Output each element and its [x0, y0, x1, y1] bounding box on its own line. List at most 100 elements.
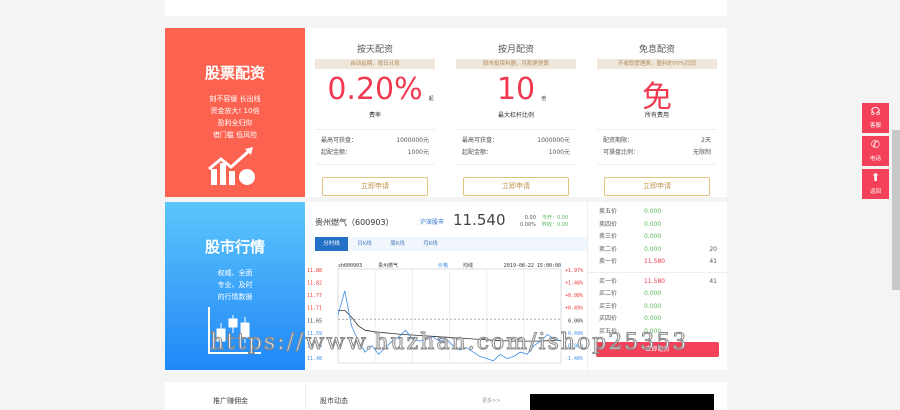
row-label: 可操盘比例：: [603, 149, 640, 156]
level-price: 11.580: [644, 277, 665, 285]
side-button-phone[interactable]: ✆ 电话: [862, 136, 889, 166]
level-label: 买三价: [599, 302, 618, 310]
stock-financing-section: 股票配资 刻不容缓 长出线 资金放大! 10倍 盈利全归你 借门槛 低风险 按天…: [165, 28, 727, 197]
price-change: 0.00: [524, 215, 536, 221]
intraday-chart: 11.88 +1.97% 11.82 +1.48% 11.77 +0.98% 11.71 +0…: [307, 262, 583, 364]
plan-tag: 股市投资利器，月配更划算: [456, 59, 576, 69]
y-tick-label: 11.88: [307, 268, 322, 274]
plan-card: 按月配资 股市投资利器，月配更划算 10 倍 最大杠杆比例 最高可获盘： 10000…: [446, 28, 586, 197]
apply-button[interactable]: 立即申请: [604, 177, 710, 196]
order-book-row: 买一价 11.580 41: [588, 271, 727, 289]
level-price: 0.000: [644, 208, 662, 215]
order-book-row: 卖五价 0.000: [588, 206, 727, 219]
stock-name: 贵州燃气（600903）: [315, 218, 394, 227]
plan-row: 最高可获盘： 1000000元: [462, 135, 570, 147]
financing-line: 盈利全归你: [217, 119, 253, 127]
financing-banner: 股票配资 刻不容缓 长出线 资金放大! 10倍 盈利全归你 借门槛 低风险: [165, 28, 305, 197]
level-volume: [689, 313, 717, 326]
arrow-up-icon: ⬆: [870, 171, 881, 184]
level-volume: [689, 301, 717, 314]
plan-label: 费率: [368, 112, 381, 119]
level-label: 卖一价: [599, 258, 618, 265]
order-book-row: 买三价 0.000: [588, 301, 727, 314]
side-label: 电话: [869, 156, 881, 162]
plan-title: 按天配资: [356, 45, 393, 55]
market-line: 专业、及时: [217, 281, 253, 289]
row-value: 1000000元: [396, 137, 429, 144]
bottom-section: 推广赚佣金 股市动态 更多>>: [165, 382, 727, 410]
financing-line: 刻不容缓 长出线: [209, 95, 261, 103]
order-book-row: 买四价 0.000: [588, 313, 727, 326]
tab-intraday[interactable]: 分时线: [315, 237, 348, 251]
level-volume: 41: [709, 277, 717, 285]
pct-tick-label: +0.49%: [565, 306, 583, 312]
more-link[interactable]: 更多>>: [482, 397, 500, 404]
market-title: 股市行情: [204, 238, 265, 256]
level-volume: [689, 288, 717, 301]
open-price: 今开：0.00: [542, 215, 569, 221]
plan-label: 最大杠杆比例: [497, 112, 534, 119]
plan-value: 免: [642, 80, 672, 115]
side-label: 客服: [869, 123, 881, 129]
level-label: 卖三价: [599, 233, 618, 240]
plan-row: 可操盘比例： 无限制: [603, 147, 711, 159]
pct-tick-label: -1.48%: [565, 356, 583, 362]
level-label: 买五价: [599, 327, 618, 335]
pct-tick-label: -0.98%: [565, 343, 583, 349]
apply-button[interactable]: 立即申请: [463, 177, 569, 196]
headset-icon: ☊: [870, 105, 881, 118]
market-tag[interactable]: 沪深股市: [420, 217, 444, 226]
tab-weekly-k[interactable]: 周K线: [381, 237, 414, 251]
chart-code: sh600903: [338, 263, 362, 269]
pct-tick-label: +1.48%: [565, 281, 583, 287]
video-player[interactable]: [530, 394, 714, 410]
row-value: 1000元: [407, 149, 429, 156]
level-price: 11.580: [644, 258, 665, 265]
commission-title[interactable]: 推广赚佣金: [213, 396, 248, 406]
y-tick-label: 11.59: [307, 331, 322, 337]
row-value: 1000000元: [537, 137, 570, 144]
plan-tag: 不收取管理费，盈利的70%归您: [597, 59, 717, 69]
y-tick-label: 11.54: [307, 343, 322, 349]
level-price: 0.000: [644, 315, 662, 322]
order-book-row: 卖三价 0.000: [588, 231, 727, 244]
level-price: 0.000: [644, 245, 662, 253]
quote-apply-button[interactable]: 立即配资: [596, 342, 719, 357]
order-book-row: 买五价 0.000: [588, 326, 727, 339]
plan-unit: 倍: [541, 96, 547, 102]
stock-price: 11.540: [453, 211, 506, 229]
level-volume: [689, 219, 717, 232]
plan-row: 起配金额： 1000元: [321, 147, 429, 159]
level-price: 0.000: [644, 290, 662, 297]
market-line: 的行情数据: [217, 293, 253, 301]
news-title: 股市动态: [320, 397, 348, 405]
stock-chart-panel: 贵州燃气（600903） 沪深股市 11.540 0.00 0.00% 今开：0…: [305, 202, 587, 370]
y-tick-label: 11.71: [307, 306, 322, 312]
level-volume: 41: [709, 258, 717, 265]
row-label: 配资期限：: [603, 137, 634, 144]
level-label: 买二价: [599, 290, 618, 297]
order-book-row: 卖四价 0.000: [588, 219, 727, 232]
scrollbar-thumb[interactable]: [892, 130, 900, 290]
financing-line: 借门槛 低风险: [212, 131, 258, 139]
apply-button[interactable]: 立即申请: [322, 177, 428, 196]
pct-tick-label: +0.98%: [565, 293, 583, 299]
order-book-row: 卖一价 11.580 41: [588, 256, 727, 269]
tab-daily-k[interactable]: 日K线: [348, 237, 381, 251]
legend-avg: 均线: [463, 262, 473, 269]
plan-card: 免息配资 不收取管理费，盈利的70%归您 免 所有费用 配资期限： 2天 可操盘比例…: [587, 28, 727, 197]
candlestick-icon: [208, 307, 261, 354]
level-price: 0.000: [644, 327, 662, 335]
side-button-arrow-up[interactable]: ⬆ 返回: [862, 169, 889, 199]
level-label: 卖五价: [599, 208, 618, 215]
level-volume: [689, 326, 717, 339]
y-tick-label: 11.48: [307, 356, 322, 362]
market-banner: 股市行情 权威、全面 专业、及时 的行情数据: [165, 202, 305, 370]
chart-tabs: 分时线 日K线 周K线 月K线: [315, 237, 587, 251]
order-book-row: 买二价 0.000: [588, 288, 727, 301]
tab-monthly-k[interactable]: 月K线: [414, 237, 447, 251]
side-button-headset[interactable]: ☊ 客服: [862, 103, 889, 133]
row-label: 最高可获盘：: [462, 137, 499, 144]
market-line: 权威、全面: [217, 269, 253, 277]
y-tick-label: 11.82: [307, 281, 322, 287]
